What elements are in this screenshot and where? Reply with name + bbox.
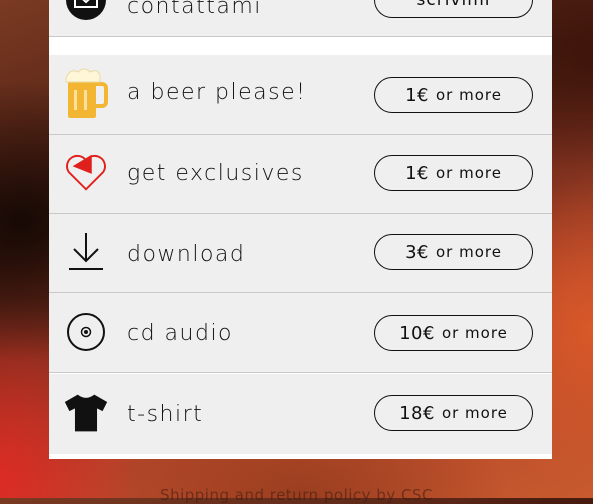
envelope-icon	[63, 0, 109, 23]
item-label: get exclusives	[127, 161, 304, 186]
beer-price-button[interactable]: 1€ or more	[374, 77, 533, 113]
tshirt-icon	[63, 390, 109, 436]
write-me-label: scrivimi	[416, 0, 491, 10]
write-me-button[interactable]: scrivimi	[374, 0, 533, 18]
contact-row: contattami scrivimi	[49, 0, 552, 37]
tshirt-price-button[interactable]: 18€ or more	[374, 395, 533, 431]
price-value: 10€	[399, 322, 435, 344]
donation-panel: contattami scrivimi a beer please! 1€ or…	[49, 0, 552, 459]
item-label: t-shirt	[127, 402, 204, 427]
beer-mug-icon	[63, 68, 109, 118]
item-label: download	[127, 242, 246, 267]
item-row-cd: cd audio 10€ or more	[49, 293, 552, 373]
price-suffix: or more	[435, 164, 502, 182]
contact-label: contattami	[127, 0, 262, 19]
price-suffix: or more	[435, 86, 502, 104]
cd-price-button[interactable]: 10€ or more	[374, 315, 533, 351]
item-row-exclusives: get exclusives 1€ or more	[49, 135, 552, 214]
cd-icon	[63, 309, 109, 355]
price-value: 18€	[399, 402, 435, 424]
item-row-tshirt: t-shirt 18€ or more	[49, 374, 552, 454]
item-row-beer: a beer please! 1€ or more	[49, 55, 552, 135]
price-suffix: or more	[441, 404, 508, 422]
price-value: 1€	[405, 84, 429, 106]
footer-policy-link[interactable]: Shipping and return policy by CSC	[0, 486, 593, 504]
exclusives-price-button[interactable]: 1€ or more	[374, 155, 533, 191]
download-price-button[interactable]: 3€ or more	[374, 234, 533, 270]
price-value: 1€	[405, 162, 429, 184]
price-value: 3€	[405, 241, 429, 263]
download-icon	[63, 228, 109, 274]
item-row-download: download 3€ or more	[49, 214, 552, 293]
heart-gift-icon	[63, 149, 109, 195]
item-label: a beer please!	[127, 80, 307, 105]
price-suffix: or more	[441, 324, 508, 342]
item-label: cd audio	[127, 321, 234, 346]
price-suffix: or more	[435, 243, 502, 261]
